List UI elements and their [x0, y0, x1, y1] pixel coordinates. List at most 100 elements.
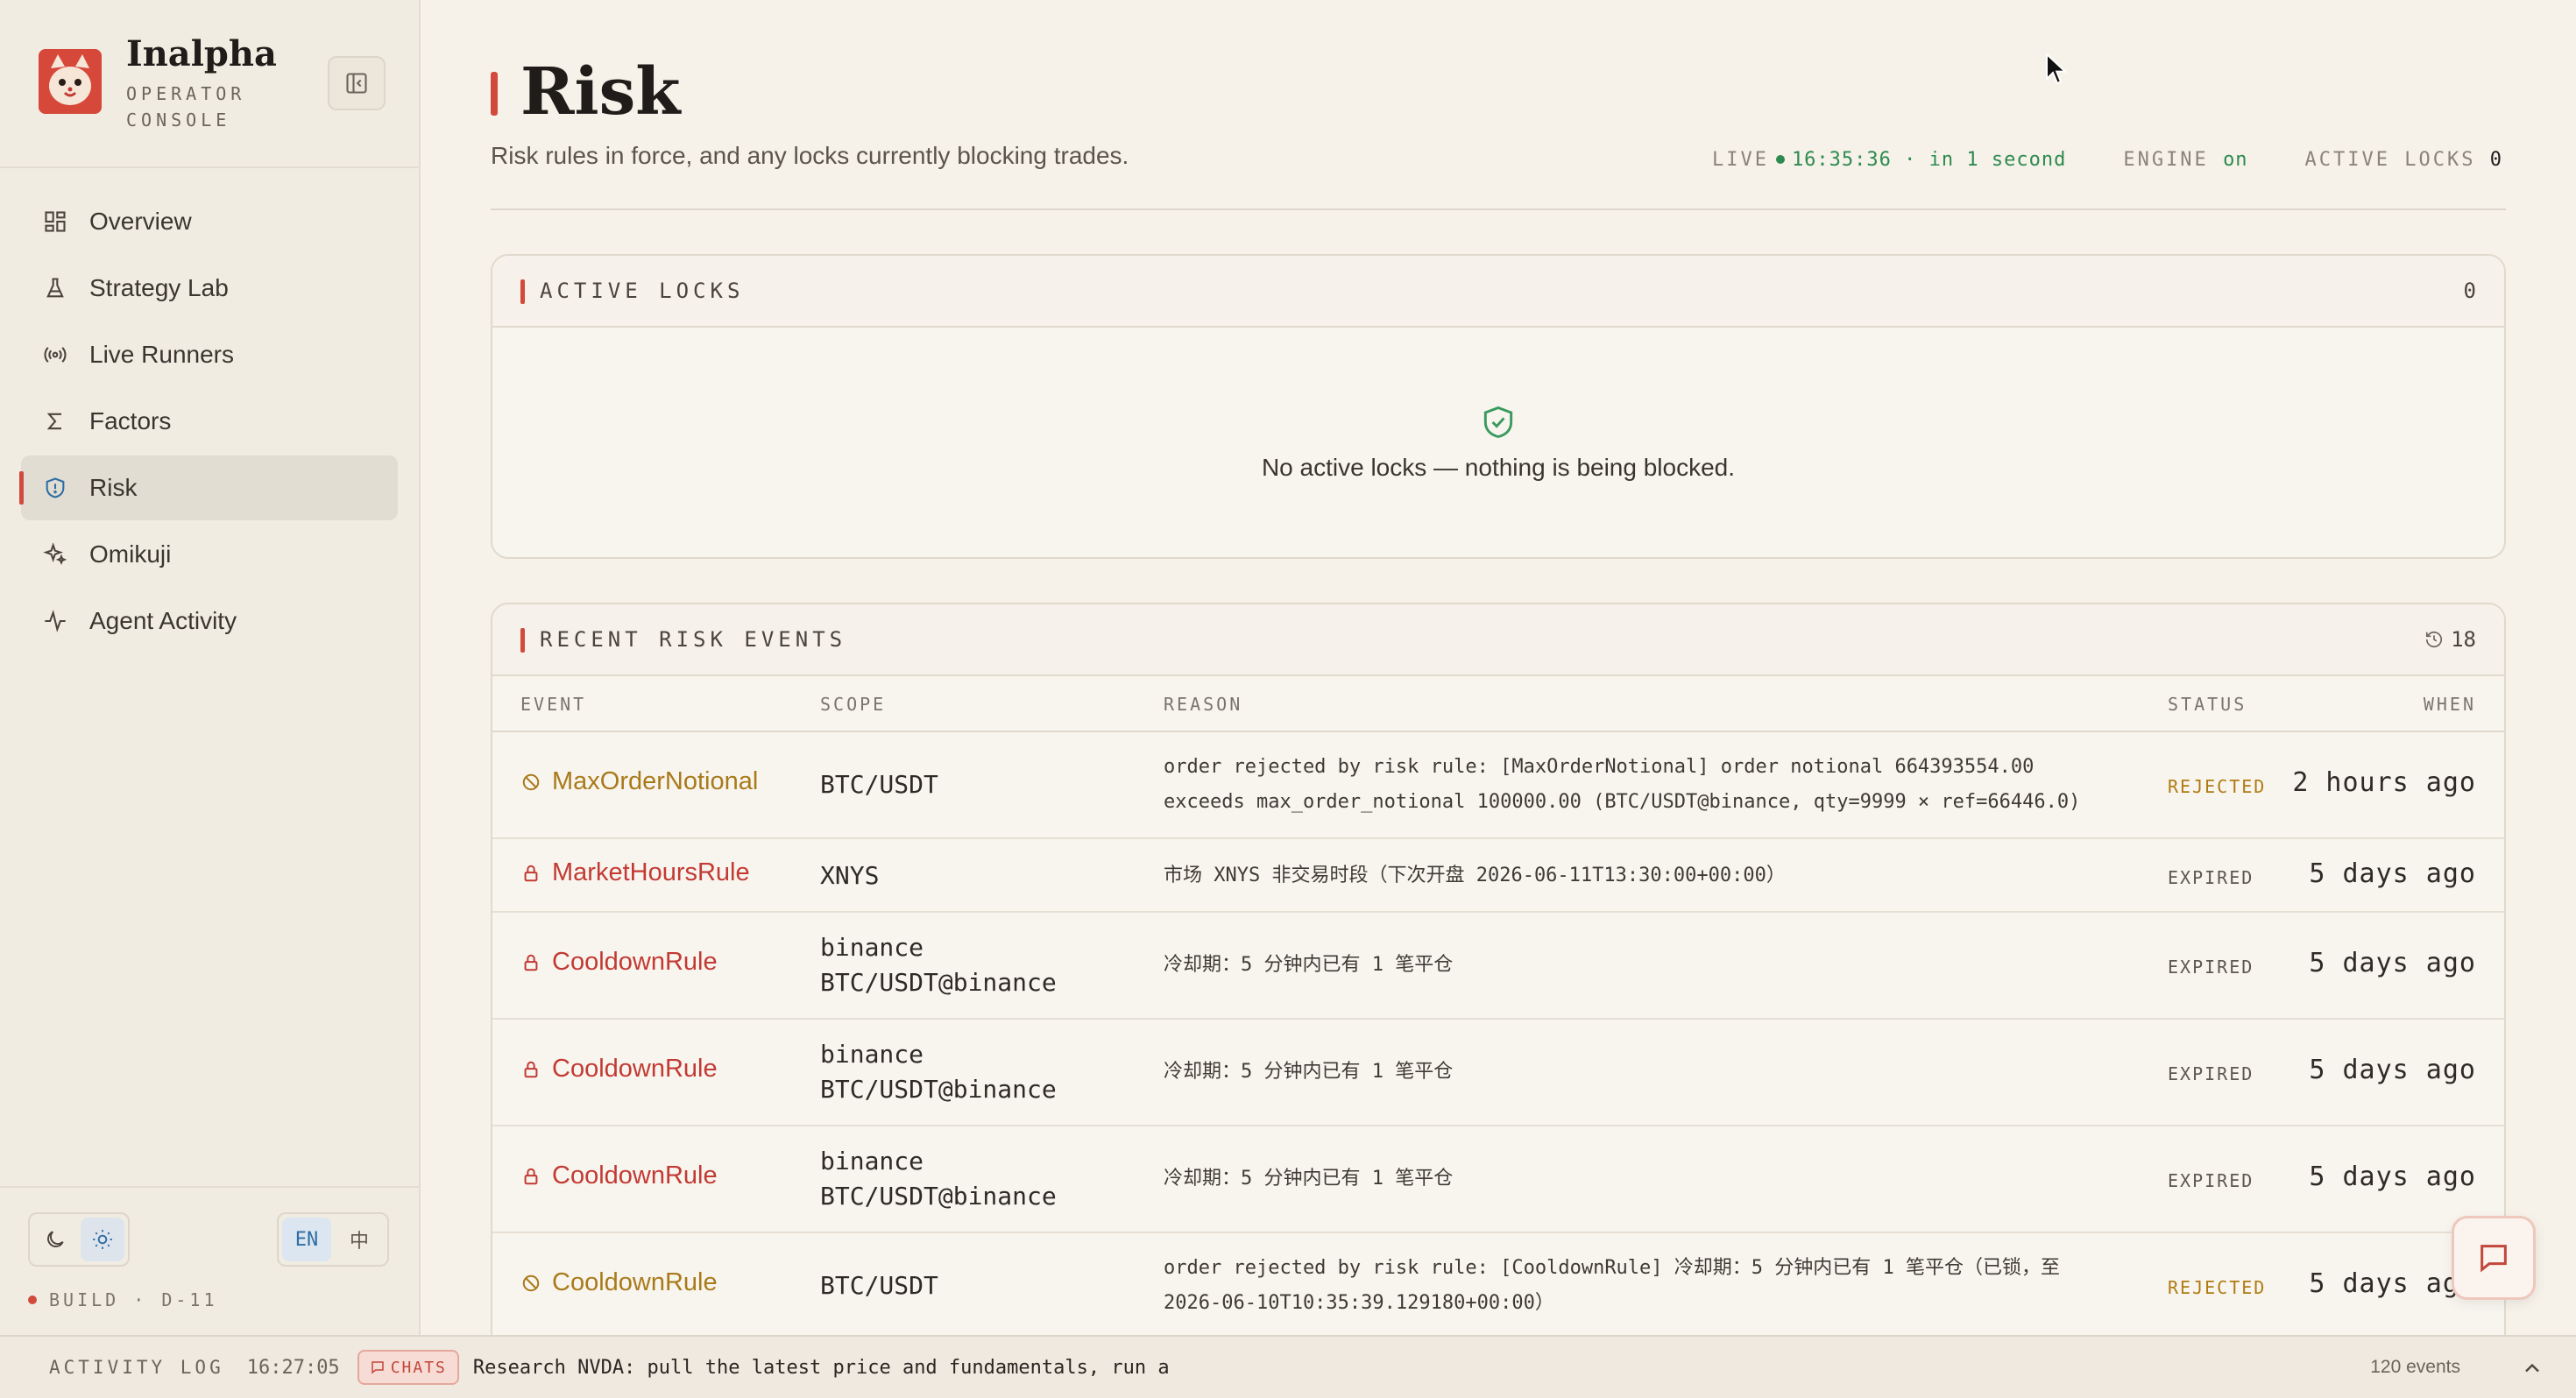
- pulse-icon: [42, 608, 68, 634]
- sidebar-collapse-icon: [346, 73, 367, 94]
- col-when: WHEN: [2423, 694, 2476, 715]
- col-scope: SCOPE: [820, 694, 887, 715]
- status-badge: EXPIRED: [2168, 867, 2254, 888]
- table-row[interactable]: CooldownRule binance BTC/USDT@binance 冷却期…: [492, 913, 2504, 1020]
- empty-state: No active locks — nothing is being block…: [492, 328, 2504, 557]
- event-reason: 冷却期：5 分钟内已有 1 笔平仓: [1164, 1168, 1454, 1190]
- lock-icon: [520, 1059, 541, 1080]
- event-scope: binance BTC/USDT@binance: [820, 933, 1057, 997]
- status-badge: REJECTED: [2168, 1277, 2267, 1298]
- col-event: EVENT: [520, 694, 587, 715]
- card-title: ACTIVE LOCKS: [520, 279, 744, 304]
- event-scope: XNYS: [820, 861, 880, 890]
- ban-icon: [520, 772, 541, 793]
- engine-value: on: [2223, 149, 2248, 171]
- chevron-up-icon[interactable]: [2520, 1356, 2544, 1380]
- live-label: LIVE: [1711, 149, 1769, 171]
- events-count: 18: [2424, 627, 2476, 652]
- event-when: 5 days ago: [2309, 858, 2476, 889]
- nav-label: Strategy Lab: [89, 274, 229, 301]
- event-scope: BTC/USDT: [820, 1271, 938, 1300]
- event-when: 5 days ago: [2309, 948, 2476, 978]
- activity-time: 16:27:05: [246, 1356, 340, 1379]
- broadcast-icon: [42, 342, 68, 368]
- card-title: RECENT RISK EVENTS: [520, 627, 846, 653]
- lang-en-button[interactable]: EN: [282, 1218, 331, 1261]
- theme-toggle: [28, 1212, 130, 1267]
- active-locks-value: 0: [2489, 149, 2504, 171]
- sparkle-icon: [42, 541, 68, 568]
- event-name: CooldownRule: [520, 1055, 718, 1084]
- status-badge: EXPIRED: [2168, 1170, 2254, 1191]
- engine-label: ENGINE: [2123, 149, 2209, 171]
- nav-item-agent-activity[interactable]: Agent Activity: [21, 589, 398, 653]
- grid-icon: [42, 208, 68, 235]
- event-reason: 冷却期：5 分钟内已有 1 笔平仓: [1164, 1061, 1454, 1083]
- sun-icon: [93, 1230, 112, 1249]
- brand-header: Inalpha OPERATOR CONSOLE: [0, 0, 419, 168]
- activity-log-label: ACTIVITY LOG: [49, 1357, 224, 1378]
- nav-item-factors[interactable]: Factors: [21, 389, 398, 454]
- nav-item-overview[interactable]: Overview: [21, 189, 398, 254]
- sidebar-footer: EN 中 BUILD · D-11: [0, 1186, 421, 1335]
- event-reason: 冷却期：5 分钟内已有 1 笔平仓: [1164, 954, 1454, 976]
- col-reason: REASON: [1164, 694, 1243, 715]
- nav-item-risk[interactable]: Risk: [19, 455, 398, 520]
- table-row[interactable]: CooldownRule binance BTC/USDT@binance 冷却期…: [492, 1126, 2504, 1233]
- active-locks-count: 0: [2463, 279, 2476, 303]
- lock-icon: [520, 1166, 541, 1187]
- active-locks-header: ACTIVE LOCKS 0: [492, 256, 2504, 328]
- event-name: CooldownRule: [520, 1161, 718, 1190]
- chat-icon: [371, 1361, 384, 1374]
- dark-mode-button[interactable]: [33, 1218, 77, 1261]
- shield-icon: [42, 475, 68, 501]
- header-divider: [491, 208, 2506, 210]
- page-title: Risk: [491, 54, 681, 130]
- status-badge: EXPIRED: [2168, 1063, 2254, 1084]
- activity-log-bar[interactable]: ACTIVITY LOG 16:27:05 CHATS Research NVD…: [0, 1335, 2576, 1398]
- nav-label: Agent Activity: [89, 607, 237, 634]
- chats-badge: CHATS: [357, 1350, 459, 1385]
- recent-risk-events-card: RECENT RISK EVENTS 18 EVENT SCOPE REASON…: [491, 603, 2506, 1373]
- events-table-header: EVENT SCOPE REASON STATUS WHEN: [492, 676, 2504, 732]
- status-badge: REJECTED: [2168, 776, 2267, 797]
- nav-label: Factors: [89, 407, 172, 434]
- active-locks-card: ACTIVE LOCKS 0 No active locks — nothing…: [491, 254, 2506, 559]
- activity-message: Research NVDA: pull the latest price and…: [472, 1356, 1170, 1379]
- events-count: 120 events: [2370, 1357, 2460, 1377]
- nav-label: Live Runners: [89, 341, 234, 368]
- event-name: MaxOrderNotional: [520, 767, 758, 796]
- flask-icon: [42, 275, 68, 301]
- table-row[interactable]: MarketHoursRule XNYS 市场 XNYS 非交易时段（下次开盘 …: [492, 839, 2504, 913]
- table-row[interactable]: CooldownRule binance BTC/USDT@binance 冷却期…: [492, 1020, 2504, 1126]
- table-row[interactable]: CooldownRule BTC/USDT order rejected by …: [492, 1233, 2504, 1340]
- event-when: 5 days ago: [2309, 1161, 2476, 1192]
- collapse-sidebar-button[interactable]: [328, 56, 386, 110]
- light-mode-button[interactable]: [81, 1218, 124, 1261]
- language-toggle: EN 中: [277, 1212, 389, 1267]
- brand-name: Inalpha: [126, 33, 277, 74]
- event-name: MarketHoursRule: [520, 858, 750, 887]
- shield-check-icon: [1483, 406, 1513, 439]
- event-when: 2 hours ago: [2292, 767, 2476, 798]
- event-when: 5 days ago: [2309, 1055, 2476, 1085]
- event-name: CooldownRule: [520, 1268, 718, 1297]
- event-reason: order rejected by risk rule: [CooldownRu…: [1164, 1257, 2061, 1314]
- col-status: STATUS: [2168, 694, 2247, 715]
- live-time: 16:35:36 · in 1 second: [1791, 149, 2067, 171]
- lock-icon: [520, 952, 541, 973]
- nav-item-live-runners[interactable]: Live Runners: [21, 322, 398, 387]
- nav-item-omikuji[interactable]: Omikuji: [21, 522, 398, 587]
- lang-zh-button[interactable]: 中: [335, 1218, 384, 1261]
- nav-label: Omikuji: [89, 540, 172, 568]
- chat-button[interactable]: [2452, 1216, 2536, 1300]
- sidebar: Inalpha OPERATOR CONSOLE Overview Strate…: [0, 0, 421, 1335]
- lock-icon: [520, 863, 541, 884]
- moon-icon: [47, 1231, 64, 1247]
- nav-label: Risk: [89, 474, 138, 501]
- status-badge: EXPIRED: [2168, 957, 2254, 978]
- brand-logo: [39, 49, 102, 114]
- page-subtitle: Risk rules in force, and any locks curre…: [491, 142, 1129, 169]
- table-row[interactable]: MaxOrderNotional BTC/USDT order rejected…: [492, 732, 2504, 839]
- nav-item-strategy-lab[interactable]: Strategy Lab: [21, 256, 398, 321]
